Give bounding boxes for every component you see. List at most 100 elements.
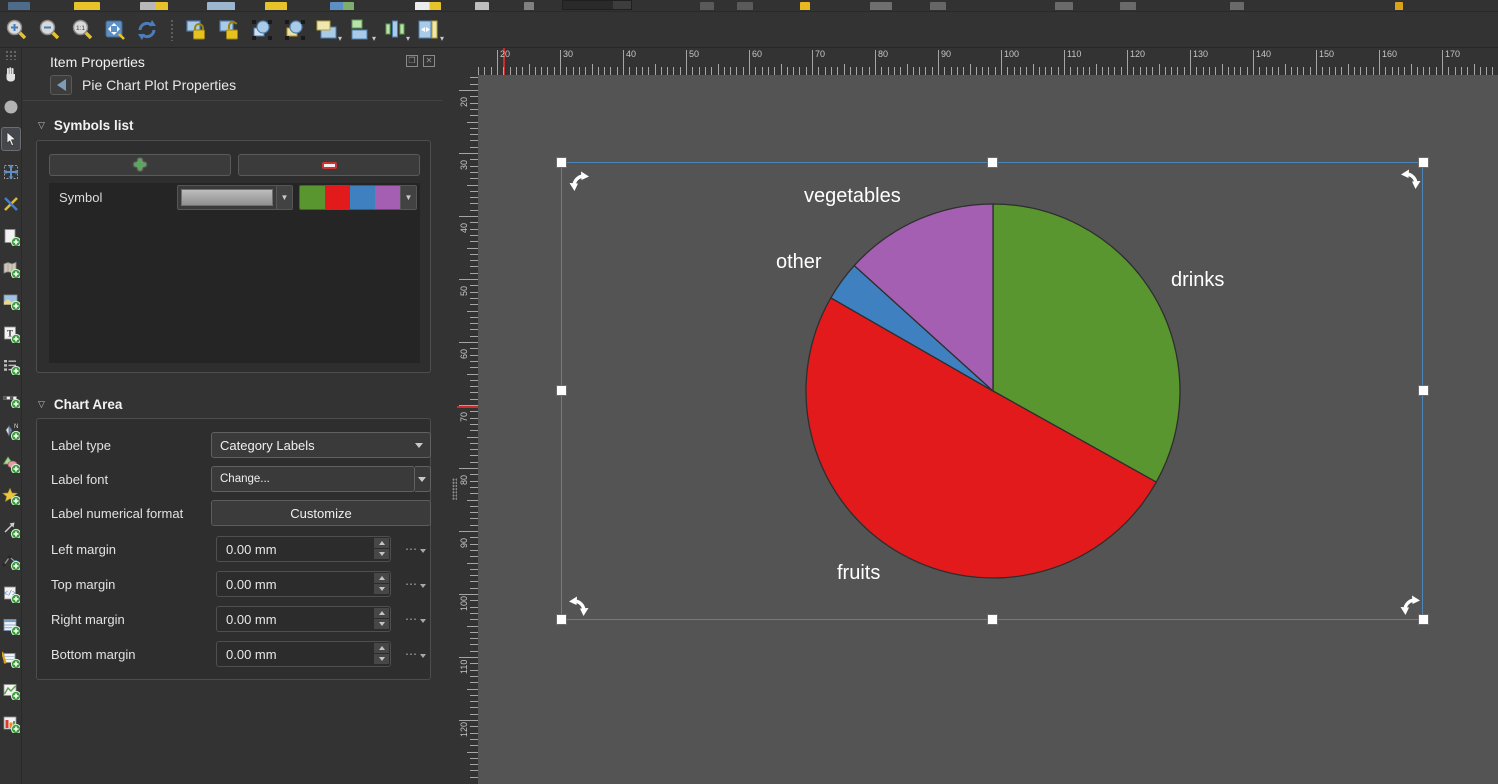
add-html-button[interactable]: </> xyxy=(1,582,21,606)
color-ramp-dropdown[interactable]: ▼ xyxy=(299,185,417,210)
data-defined-override-button[interactable]: ⋯ xyxy=(405,577,426,591)
toolbar-icon-fragment[interactable] xyxy=(870,2,892,10)
zoom-tool-button[interactable] xyxy=(1,95,21,119)
resize-handle-top-left[interactable] xyxy=(556,157,567,168)
zoom-out-button[interactable] xyxy=(35,15,65,45)
add-pages-button[interactable] xyxy=(1,225,21,249)
toolbar-grip[interactable] xyxy=(5,50,17,60)
rotate-handle-icon[interactable] xyxy=(1399,594,1421,616)
left-margin-spinbox[interactable]: 0.00 mm xyxy=(216,536,391,562)
toolbar-icon-fragment[interactable] xyxy=(207,2,235,10)
panel-close-icon[interactable]: ✕ xyxy=(423,55,435,67)
right-margin-spinbox[interactable]: 0.00 mm xyxy=(216,606,391,632)
spin-up-button[interactable] xyxy=(374,573,389,583)
spin-up-button[interactable] xyxy=(374,538,389,548)
toolbar-icon-fragment[interactable] xyxy=(1230,2,1244,10)
customize-button[interactable]: Customize xyxy=(211,500,431,526)
panel-float-icon[interactable]: ❐ xyxy=(406,55,418,67)
add-symbol-button[interactable]: ✚ xyxy=(49,154,231,176)
toolbar-icon-fragment[interactable] xyxy=(524,2,534,10)
back-button[interactable] xyxy=(50,75,72,95)
spin-up-button[interactable] xyxy=(374,608,389,618)
toolbar-icon-fragment[interactable] xyxy=(330,2,354,10)
add-fixed-table-button[interactable] xyxy=(1,647,21,671)
add-plot-item-button[interactable] xyxy=(1,712,21,736)
label-font-button[interactable]: Change... xyxy=(211,466,415,492)
symbols-list-group-header[interactable]: ▽ Symbols list xyxy=(38,118,133,133)
add-legend-button[interactable] xyxy=(1,354,21,378)
toolbar-icon-fragment[interactable] xyxy=(74,2,100,10)
toolbar-icon-fragment[interactable] xyxy=(737,2,753,10)
select-move-item-button[interactable] xyxy=(1,127,21,151)
resize-handle-bottom-left[interactable] xyxy=(556,614,567,625)
edit-nodes-item-button[interactable] xyxy=(1,192,21,216)
rotate-handle-icon[interactable] xyxy=(1400,168,1422,190)
spin-down-button[interactable] xyxy=(374,584,389,594)
resize-handle-top-right[interactable] xyxy=(1418,157,1429,168)
raise-items-button[interactable]: ▾ xyxy=(312,15,342,45)
toolbar-icon-fragment[interactable] xyxy=(700,2,714,10)
toolbar-icon-fragment[interactable] xyxy=(8,2,30,10)
spin-down-button[interactable] xyxy=(374,549,389,559)
resize-handle-bottom-center[interactable] xyxy=(987,614,998,625)
add-node-item-button[interactable] xyxy=(1,549,21,573)
data-defined-override-button[interactable]: ⋯ xyxy=(405,612,426,626)
spin-up-button[interactable] xyxy=(374,643,389,653)
label-font-dropdown[interactable] xyxy=(415,466,431,492)
rotate-handle-icon[interactable] xyxy=(568,170,590,192)
deselect-all-button[interactable] xyxy=(280,15,310,45)
select-all-button[interactable] xyxy=(247,15,277,45)
add-scalebar-button[interactable] xyxy=(1,387,21,411)
unlock-all-button[interactable] xyxy=(215,15,245,45)
data-defined-override-button[interactable]: ⋯ xyxy=(405,542,426,556)
toolbar-icon-fragment[interactable] xyxy=(1395,2,1403,10)
resize-handle-middle-left[interactable] xyxy=(556,385,567,396)
symbol-swatch-dropdown[interactable]: ▼ xyxy=(177,185,293,210)
resize-handle-middle-right[interactable] xyxy=(1418,385,1429,396)
add-picture-button[interactable] xyxy=(1,289,21,313)
toolbar-navigation: 1:1 xyxy=(0,12,1498,48)
align-items-button[interactable]: ▾ xyxy=(346,15,376,45)
toolbar-icon-fragment[interactable] xyxy=(415,2,441,10)
top-margin-spinbox[interactable]: 0.00 mm xyxy=(216,571,391,597)
toolbar-icon-fragment[interactable] xyxy=(140,2,168,10)
spin-down-button[interactable] xyxy=(374,654,389,664)
add-shape-button[interactable] xyxy=(1,452,21,476)
zoom-full-button[interactable] xyxy=(100,15,130,45)
add-map-button[interactable] xyxy=(1,257,21,281)
symbol-row[interactable]: Symbol ▼ ▼ xyxy=(49,183,420,211)
toolbar-icon-fragment[interactable] xyxy=(1120,2,1136,10)
resize-handle-top-center[interactable] xyxy=(987,157,998,168)
label-type-combobox[interactable]: Category Labels xyxy=(211,432,431,458)
spin-down-button[interactable] xyxy=(374,619,389,629)
toolbar-icon-fragment[interactable] xyxy=(1055,2,1073,10)
panel-splitter[interactable] xyxy=(442,48,457,784)
distribute-items-button[interactable]: ▾ xyxy=(380,15,410,45)
add-marker-button[interactable] xyxy=(1,484,21,508)
move-item-content-button[interactable] xyxy=(1,160,21,184)
refresh-button[interactable] xyxy=(132,15,162,45)
rotate-handle-icon[interactable] xyxy=(568,595,590,617)
symbols-list[interactable]: Symbol ▼ ▼ xyxy=(49,183,420,363)
add-arrow-button[interactable] xyxy=(1,517,21,541)
lock-items-button[interactable] xyxy=(182,15,212,45)
zoom-actual-button[interactable]: 1:1 xyxy=(68,15,98,45)
item-selection-box[interactable] xyxy=(561,162,1423,620)
toolbar-icon-fragment[interactable] xyxy=(265,2,287,10)
add-label-button[interactable]: T xyxy=(1,322,21,346)
toolbar-icon-fragment[interactable] xyxy=(800,2,810,10)
zoom-in-button[interactable] xyxy=(2,15,32,45)
toolbar-icon-fragment[interactable] xyxy=(475,2,489,10)
bottom-margin-spinbox[interactable]: 0.00 mm xyxy=(216,641,391,667)
pan-tool-button[interactable] xyxy=(1,62,21,86)
resize-items-button[interactable]: ▾ xyxy=(414,15,444,45)
remove-symbol-button[interactable] xyxy=(238,154,420,176)
add-north-arrow-button[interactable]: N xyxy=(1,419,21,443)
chart-area-group-header[interactable]: ▽ Chart Area xyxy=(38,397,122,412)
add-elevation-profile-button[interactable] xyxy=(1,679,21,703)
toolbar-combobox-cutoff[interactable] xyxy=(562,0,632,10)
toolbar-icon-fragment[interactable] xyxy=(930,2,946,10)
data-defined-override-button[interactable]: ⋯ xyxy=(405,647,426,661)
zoom-in-icon xyxy=(5,18,29,42)
add-attribute-table-button[interactable] xyxy=(1,614,21,638)
